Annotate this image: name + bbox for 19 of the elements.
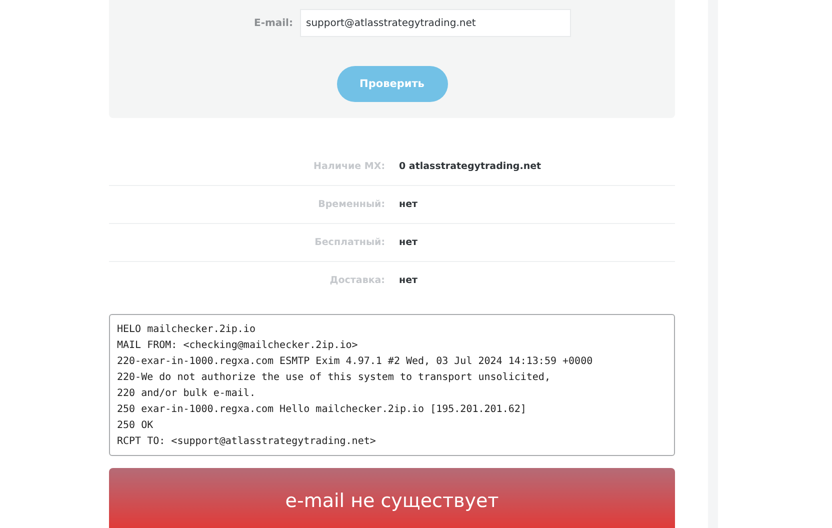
log-line: 220-We do not authorize the use of this system to transport unsolicited, [117, 371, 552, 385]
email-input[interactable]: support@atlasstrategytrading.net [300, 9, 571, 37]
result-label: Доставка: [328, 275, 385, 286]
log-line: 220-exar-in-1000.regxa.com ESMTP Exim 4.97.1 #2 Wed, 03 Jul 2024 14:13:59 +0000 [117, 355, 594, 369]
log-line: RCPT TO: <support@atlasstrategytrading.net> [117, 435, 377, 449]
log-line: HELO mailchecker.2ip.io [117, 323, 256, 337]
log-line: 250 exar-in-1000.regxa.com Hello mailchecker.2ip.io [195.201.201.62] [117, 403, 528, 417]
result-value: нет [399, 237, 418, 248]
result-label: Временный: [317, 199, 385, 210]
result-value: 0 atlasstrategytrading.net [399, 161, 542, 172]
result-value: нет [399, 199, 418, 210]
result-label: Бесплатный: [314, 237, 385, 248]
log-line: 250 OK [117, 419, 154, 433]
email-label: E-mail: [252, 18, 293, 28]
verdict-text: e-mail не существует [285, 489, 499, 514]
log-line: MAIL FROM: <checking@mailchecker.2ip.io> [117, 339, 359, 353]
log-line: 220 and/or bulk e-mail. [117, 387, 256, 401]
result-value: нет [399, 275, 418, 286]
result-label: Наличие MX: [312, 161, 385, 172]
